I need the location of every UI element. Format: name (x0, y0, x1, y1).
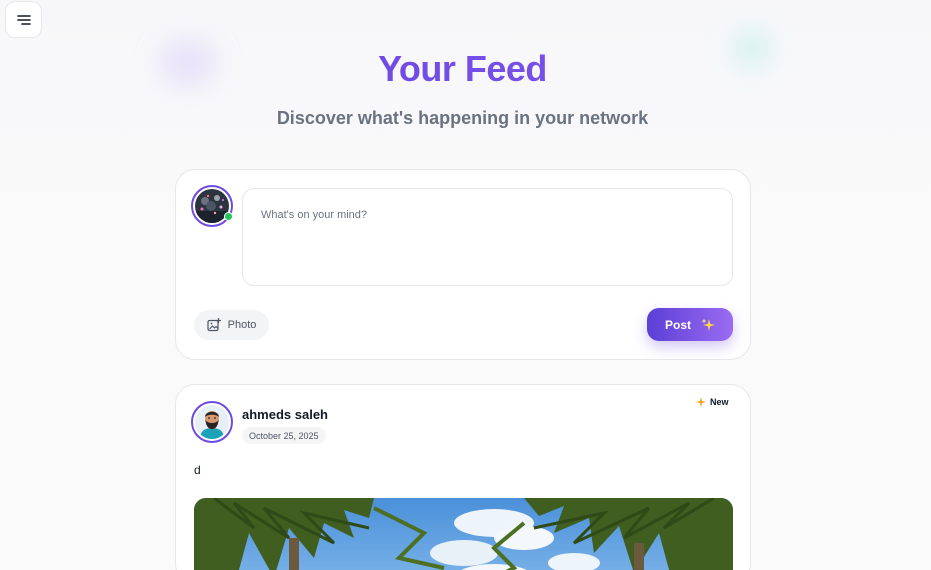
post-author-name[interactable]: ahmeds saleh (242, 407, 328, 422)
post-image[interactable] (194, 498, 733, 570)
page-subtitle: Discover what's happening in your networ… (276, 108, 649, 128)
online-status-dot (224, 212, 233, 221)
post-body-text: d (194, 463, 201, 477)
new-badge-label: New (710, 397, 729, 407)
add-photo-button[interactable]: Photo (194, 310, 269, 340)
post-button-label: Post (664, 317, 691, 332)
page-title: Your Feed (0, 48, 925, 90)
post-submit-button[interactable]: Post (647, 308, 733, 341)
new-badge: New (696, 397, 729, 407)
post-text-input[interactable]: What's on your mind? (242, 188, 733, 286)
image-plus-icon (207, 318, 221, 332)
post-date: October 25, 2025 (242, 427, 326, 444)
current-user-avatar[interactable] (191, 185, 233, 227)
menu-button[interactable] (5, 1, 42, 38)
author-avatar[interactable] (191, 401, 233, 443)
photo-button-label: Photo (227, 319, 257, 331)
sparkles-icon (701, 318, 715, 331)
sparkle-icon (696, 397, 706, 407)
menu-icon (16, 14, 31, 25)
post-composer: What's on your mind? Photo Post (175, 169, 751, 360)
post-input-placeholder: What's on your mind? (261, 209, 368, 221)
author-photo (195, 405, 229, 439)
feed-post: ahmeds saleh October 25, 2025 New d (175, 384, 751, 570)
